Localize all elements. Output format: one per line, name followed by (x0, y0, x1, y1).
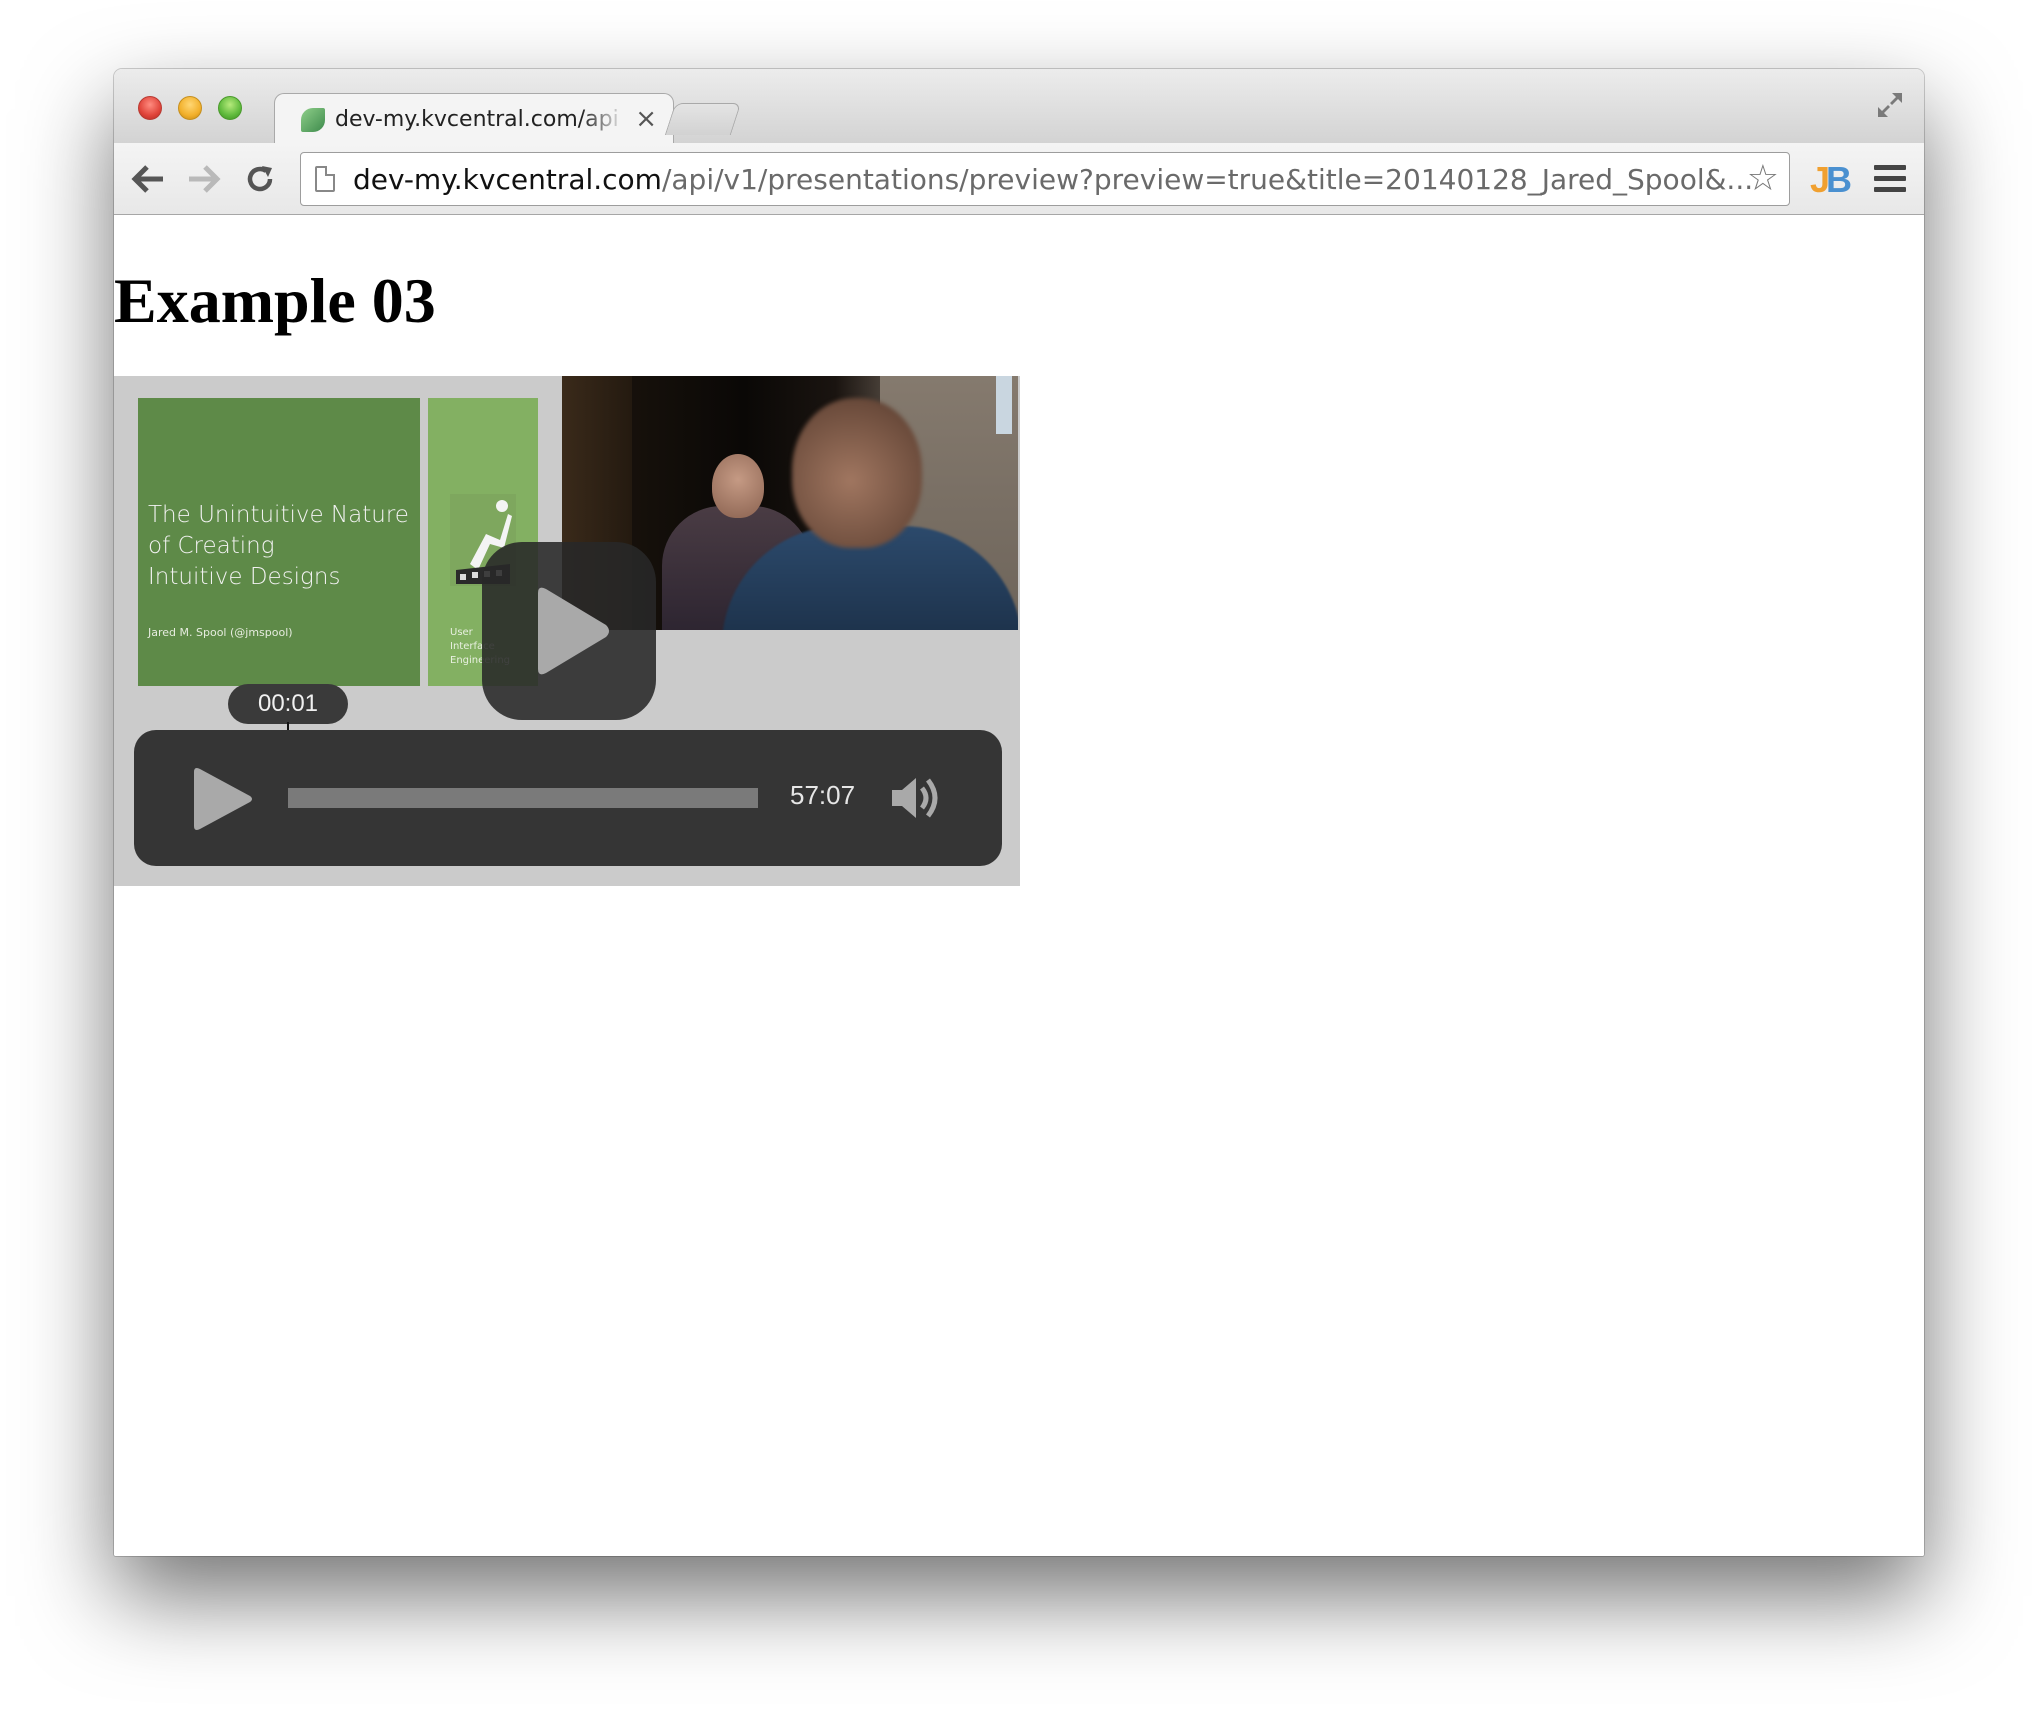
slide-author: Jared M. Spool (@jmspool) (148, 626, 293, 639)
presentation-player: The Unintuitive Nature of Creating Intui… (114, 376, 1020, 886)
reload-button[interactable] (240, 159, 280, 199)
play-icon (538, 587, 609, 675)
address-bar[interactable]: dev-my.kvcentral.com/api/v1/presentation… (300, 152, 1790, 206)
reload-icon (247, 166, 273, 192)
tab-title: dev-my.kvcentral.com/api (335, 107, 619, 132)
page-content: Example 03 The Unintuitive Nature of Cre… (114, 216, 1924, 1556)
close-window-button[interactable] (138, 96, 162, 120)
tab-active[interactable]: dev-my.kvcentral.com/api × (274, 93, 674, 145)
back-button[interactable] (128, 159, 168, 199)
page-title: Example 03 (114, 265, 436, 336)
back-arrow-icon (131, 165, 163, 193)
volume-icon[interactable] (890, 774, 946, 822)
extension-b-letter: B (1826, 159, 1852, 200)
extension-j-letter: J (1810, 159, 1830, 200)
url-text: dev-my.kvcentral.com/api/v1/presentation… (353, 163, 1753, 196)
big-play-button[interactable] (482, 542, 656, 720)
slide-title: The Unintuitive Nature of Creating Intui… (148, 502, 409, 590)
player-controls: 57:07 (134, 730, 1002, 866)
forward-arrow-icon (189, 165, 221, 193)
play-button[interactable] (190, 766, 254, 832)
slide-thumbnail: The Unintuitive Nature of Creating Intui… (138, 398, 420, 686)
bookmark-star-icon[interactable]: ☆ (1747, 161, 1779, 197)
zoom-window-button[interactable] (218, 96, 242, 120)
new-tab-button[interactable] (664, 103, 742, 135)
forward-button[interactable] (184, 159, 224, 199)
jb-extension-icon[interactable]: JB (1810, 159, 1852, 201)
url-host: dev-my.kvcentral.com (353, 162, 662, 196)
duration-label: 57:07 (790, 780, 856, 810)
title-bar: dev-my.kvcentral.com/api × (114, 69, 1924, 145)
toolbar: dev-my.kvcentral.com/api/v1/presentation… (114, 143, 1924, 215)
page-icon (315, 166, 335, 192)
fullscreen-icon[interactable] (1874, 89, 1906, 121)
browser-window: dev-my.kvcentral.com/api × dev-my.kvcent… (114, 69, 1924, 1556)
leaf-favicon-icon (301, 107, 325, 132)
url-path: /api/v1/presentations/preview?preview=tr… (661, 162, 1753, 196)
scrub-time-tooltip: 00:01 (228, 684, 348, 724)
hamburger-menu-icon[interactable] (1874, 165, 1906, 193)
minimize-window-button[interactable] (178, 96, 202, 120)
progress-bar[interactable] (288, 788, 758, 808)
tab-close-icon[interactable]: × (635, 104, 657, 134)
